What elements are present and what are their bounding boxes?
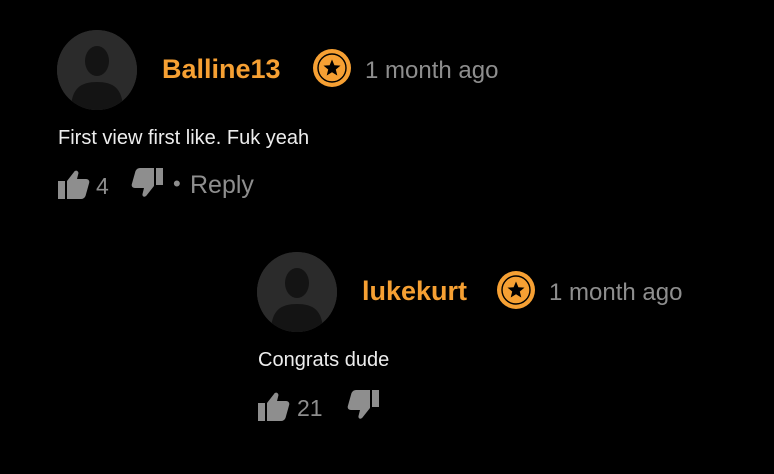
comment-text: First view first like. Fuk yeah — [58, 127, 310, 149]
username[interactable]: Balline13 — [162, 52, 281, 86]
avatar[interactable] — [257, 252, 337, 332]
avatar[interactable] — [57, 30, 137, 110]
username[interactable]: lukekurt — [362, 274, 467, 308]
thumbs-down-icon[interactable] — [346, 389, 380, 428]
star-badge-icon — [312, 48, 352, 88]
timestamp: 1 month ago — [365, 57, 499, 84]
star-badge-icon — [496, 270, 536, 310]
reply-button[interactable]: Reply — [190, 170, 254, 200]
comment-text: Congrats dude — [258, 349, 390, 371]
separator-dot: • — [173, 171, 181, 196]
thumbs-down-icon[interactable] — [130, 167, 164, 206]
thumbs-up-icon[interactable] — [57, 167, 91, 206]
like-count: 21 — [297, 395, 323, 421]
thumbs-up-icon[interactable] — [257, 389, 291, 428]
timestamp: 1 month ago — [549, 279, 683, 306]
like-count: 4 — [96, 173, 109, 199]
